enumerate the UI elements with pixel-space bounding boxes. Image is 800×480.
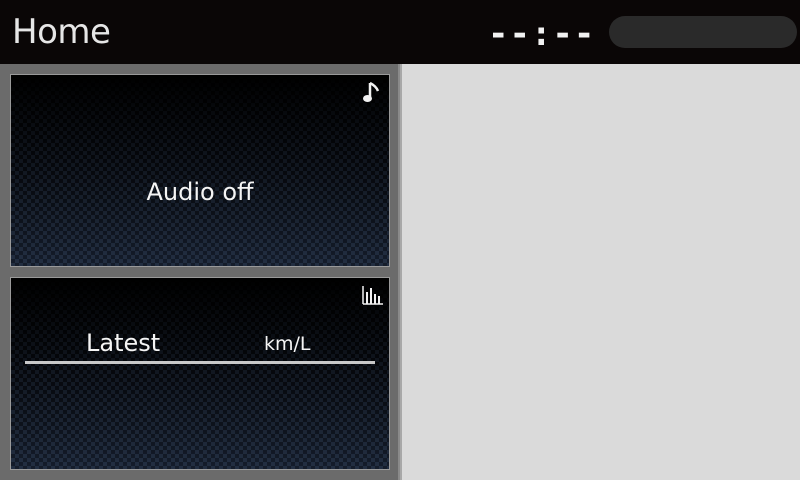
divider-line xyxy=(25,361,375,364)
bar-chart-icon xyxy=(362,286,383,305)
main-content-area xyxy=(400,64,800,480)
clock-display: --:-- xyxy=(488,14,596,54)
page-title: Home xyxy=(12,12,111,52)
audio-widget[interactable]: Audio off xyxy=(10,74,390,267)
audio-status-text: Audio off xyxy=(146,178,254,206)
music-note-icon xyxy=(363,81,380,102)
status-bar-pill xyxy=(609,16,797,48)
fuel-period-label: Latest xyxy=(86,329,161,357)
fuel-economy-widget[interactable]: Latest km/L xyxy=(10,277,390,470)
top-bar: Home --:-- xyxy=(0,0,800,64)
fuel-unit-label: km/L xyxy=(264,333,311,355)
